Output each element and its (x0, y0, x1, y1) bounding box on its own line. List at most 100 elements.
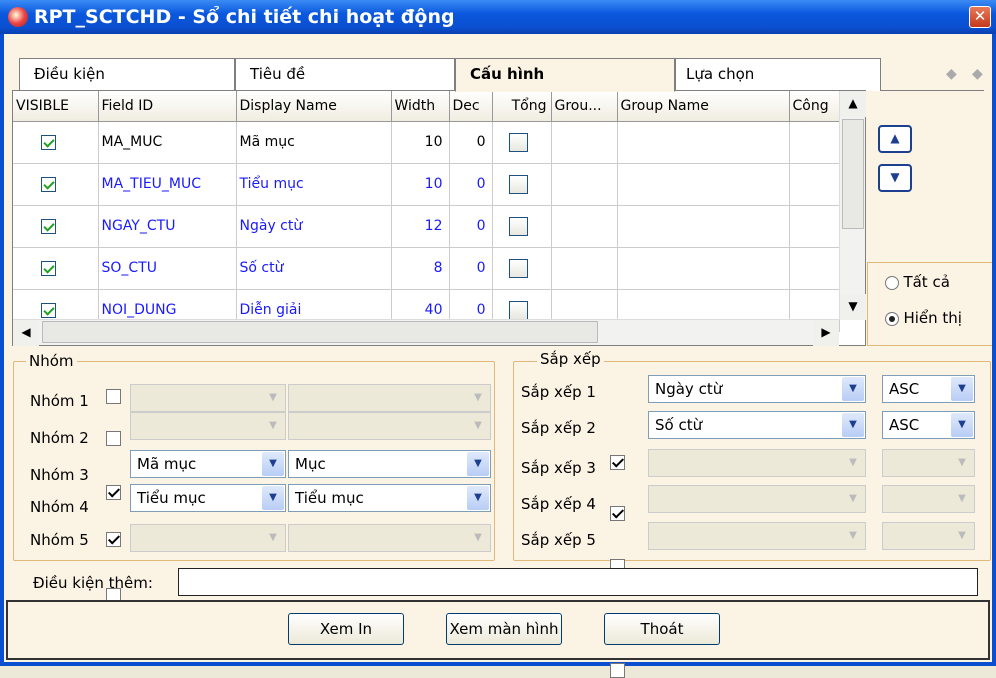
radio-all-option[interactable]: Tất cả (885, 273, 950, 291)
chevron-down-icon[interactable]: ▼ (467, 486, 489, 510)
field-id-cell[interactable]: MA_MUC (98, 121, 237, 164)
dec-cell[interactable]: 0 (449, 121, 493, 164)
chevron-down-icon[interactable]: ▼ (951, 524, 973, 548)
nhom-5-field-combo[interactable]: ▼ (130, 524, 286, 552)
table-row[interactable]: SO_CTU Số ctừ 8 0 (13, 247, 840, 290)
tong-checkbox[interactable] (508, 216, 528, 236)
field-id-cell[interactable]: NGAY_CTU (98, 205, 237, 248)
col-cong[interactable]: Công (789, 91, 840, 122)
radio-shown[interactable] (885, 312, 899, 326)
chevron-down-icon[interactable]: ▼ (467, 414, 489, 438)
width-cell[interactable]: 10 (391, 163, 450, 206)
cong-cell[interactable] (789, 121, 840, 164)
col-width[interactable]: Width (391, 91, 450, 122)
chevron-down-icon[interactable]: ▼ (842, 524, 864, 548)
table-row[interactable]: MA_MUC Mã mục 10 0 (13, 121, 840, 164)
nhom-4-field-combo[interactable]: Tiểu mục ▼ (130, 484, 286, 512)
sapxep-4-field-combo[interactable]: ▼ (648, 485, 866, 513)
display-name-cell[interactable]: Mã mục (236, 121, 392, 164)
nhom-3-name-combo[interactable]: Mục ▼ (288, 450, 491, 478)
chevron-down-icon[interactable]: ▼ (467, 452, 489, 476)
sapxep-5-field-combo[interactable]: ▼ (648, 522, 866, 550)
scroll-down-icon[interactable]: ▼ (840, 294, 866, 320)
sapxep-3-order-combo[interactable]: ▼ (882, 449, 975, 477)
scroll-right-icon[interactable]: ▶ (813, 320, 839, 346)
sapxep-4-order-combo[interactable]: ▼ (882, 485, 975, 513)
field-grid[interactable]: VISIBLE Field ID Display Name Width Dec … (12, 90, 866, 346)
field-id-cell[interactable]: SO_CTU (98, 247, 237, 290)
sapxep-1-field-combo[interactable]: Ngày ctừ ▼ (648, 375, 866, 403)
sapxep-2-order-combo[interactable]: ASC ▼ (882, 411, 975, 439)
nhom-2-name-combo[interactable]: ▼ (288, 412, 491, 440)
dec-cell[interactable]: 0 (449, 247, 493, 290)
display-name-cell[interactable]: Ngày ctừ (236, 205, 392, 248)
group-name-cell[interactable] (617, 163, 790, 206)
scroll-left-icon[interactable]: ◀ (13, 320, 39, 346)
chevron-down-icon[interactable]: ▼ (842, 413, 864, 437)
sapxep-2-field-combo[interactable]: Số ctừ ▼ (648, 411, 866, 439)
width-cell[interactable]: 8 (391, 247, 450, 290)
chevron-down-icon[interactable]: ▼ (262, 386, 284, 410)
display-name-cell[interactable]: Số ctừ (236, 247, 392, 290)
nhom-2-field-combo[interactable]: ▼ (130, 412, 286, 440)
vertical-scroll-thumb[interactable] (842, 119, 864, 229)
nhom-5-name-combo[interactable]: ▼ (288, 524, 491, 552)
chevron-down-icon[interactable]: ▼ (467, 386, 489, 410)
group-cell[interactable] (551, 205, 618, 248)
col-field-id[interactable]: Field ID (98, 91, 237, 122)
tab-tieu-de[interactable]: Tiêu đề (235, 58, 455, 91)
chevron-down-icon[interactable]: ▼ (842, 487, 864, 511)
scroll-up-icon[interactable]: ▲ (840, 91, 866, 117)
chevron-down-icon[interactable]: ▼ (262, 452, 284, 476)
nhom-1-name-combo[interactable]: ▼ (288, 384, 491, 412)
width-cell[interactable]: 12 (391, 205, 450, 248)
tong-checkbox[interactable] (508, 258, 528, 278)
dec-cell[interactable]: 0 (449, 163, 493, 206)
tab-next-icon[interactable]: ◆ (972, 66, 983, 82)
visible-checkbox[interactable] (41, 134, 56, 150)
chevron-down-icon[interactable]: ▼ (951, 413, 973, 437)
tab-lua-chon[interactable]: Lựa chọn (675, 58, 881, 91)
nhom-1-checkbox[interactable] (106, 389, 121, 404)
chevron-down-icon[interactable]: ▼ (842, 451, 864, 475)
view-print-button[interactable]: Xem In (288, 613, 404, 645)
col-visible[interactable]: VISIBLE (13, 91, 99, 122)
table-row[interactable]: MA_TIEU_MUC Tiểu mục 10 0 (13, 163, 840, 206)
sapxep-5-order-combo[interactable]: ▼ (882, 522, 975, 550)
nhom-4-name-combo[interactable]: Tiểu mục ▼ (288, 484, 491, 512)
chevron-down-icon[interactable]: ▼ (262, 486, 284, 510)
field-id-cell[interactable]: MA_TIEU_MUC (98, 163, 237, 206)
display-name-cell[interactable]: Tiểu mục (236, 163, 392, 206)
group-name-cell[interactable] (617, 205, 790, 248)
nhom-2-checkbox[interactable] (106, 431, 121, 446)
nhom-4-checkbox[interactable] (106, 532, 121, 547)
radio-all[interactable] (885, 276, 899, 290)
tab-dieu-kien[interactable]: Điều kiện (19, 58, 235, 91)
dieu-kien-them-input[interactable] (178, 568, 978, 596)
col-tong[interactable]: Tổng (492, 91, 552, 122)
dec-cell[interactable]: 0 (449, 205, 493, 248)
visible-checkbox[interactable] (41, 302, 56, 318)
nhom-1-field-combo[interactable]: ▼ (130, 384, 286, 412)
col-group-name[interactable]: Group Name (617, 91, 790, 122)
col-display-name[interactable]: Display Name (236, 91, 392, 122)
visible-checkbox[interactable] (41, 218, 56, 234)
view-screen-button[interactable]: Xem màn hình (446, 613, 562, 645)
col-dec[interactable]: Dec (449, 91, 493, 122)
cong-cell[interactable] (789, 247, 840, 290)
chevron-down-icon[interactable]: ▼ (262, 526, 284, 550)
group-name-cell[interactable] (617, 121, 790, 164)
cong-cell[interactable] (789, 163, 840, 206)
cong-cell[interactable] (789, 205, 840, 248)
chevron-down-icon[interactable]: ▼ (262, 414, 284, 438)
sapxep-1-checkbox[interactable] (610, 455, 625, 470)
tong-checkbox[interactable] (508, 132, 528, 152)
move-up-button[interactable]: ▲ (878, 125, 912, 153)
sapxep-5-checkbox[interactable] (610, 663, 625, 678)
sapxep-1-order-combo[interactable]: ASC ▼ (882, 375, 975, 403)
sapxep-2-checkbox[interactable] (610, 506, 625, 521)
tab-prev-icon[interactable]: ◆ (946, 66, 957, 82)
group-name-cell[interactable] (617, 247, 790, 290)
radio-shown-option[interactable]: Hiển thị (885, 309, 962, 327)
sapxep-3-field-combo[interactable]: ▼ (648, 449, 866, 477)
